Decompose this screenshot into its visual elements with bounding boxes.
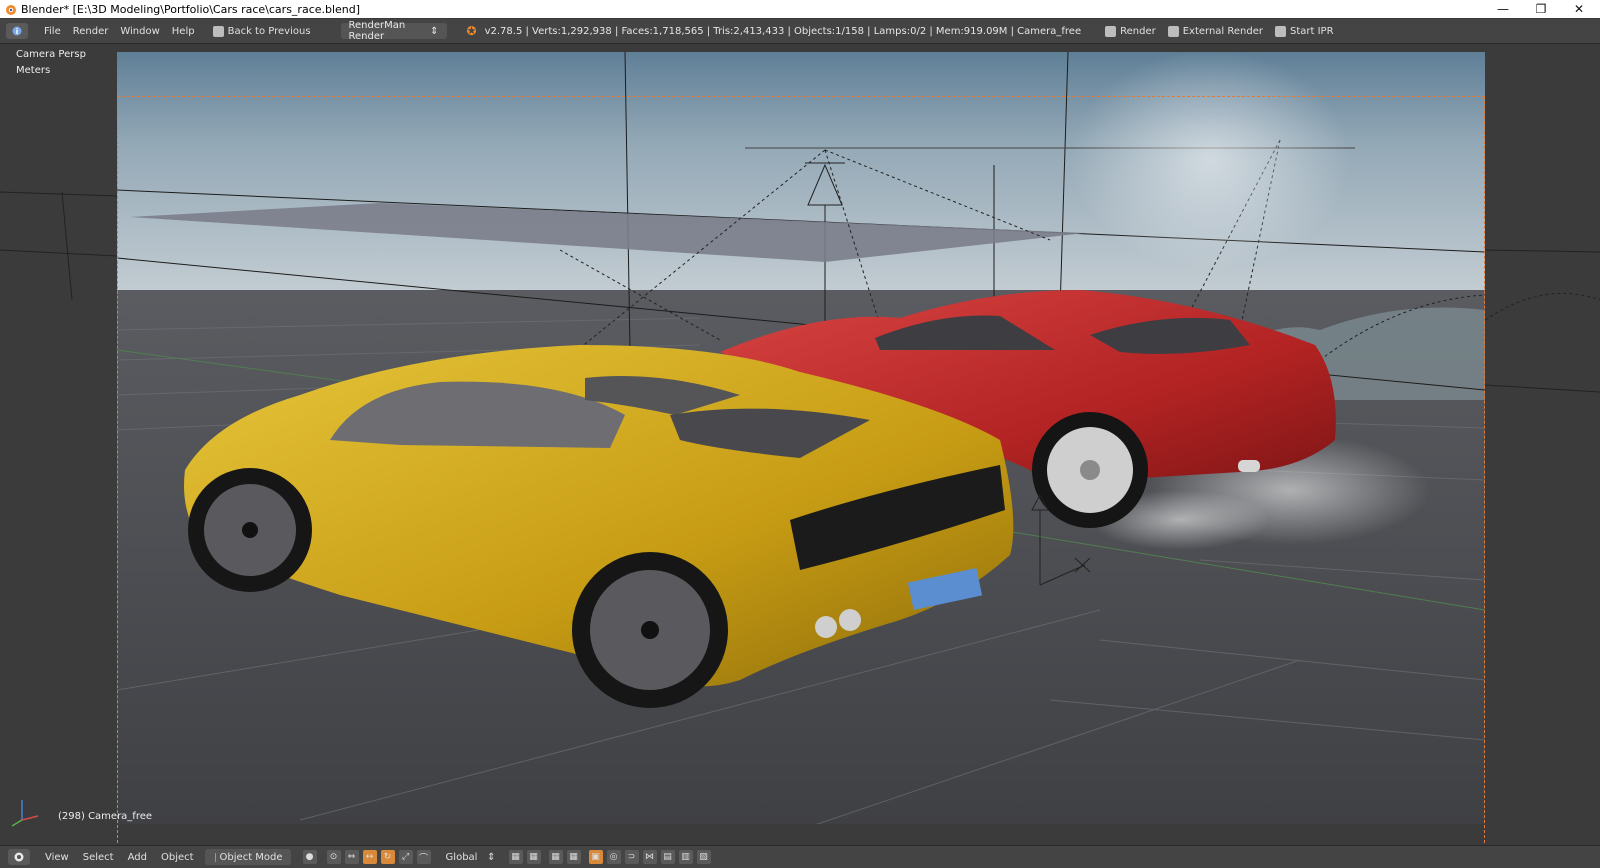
scale-manipulator-icon[interactable]: ⤢ (398, 850, 413, 864)
editor-type-3dview-button[interactable] (8, 849, 30, 865)
layer-buttons-icon[interactable]: ▦ (508, 850, 523, 864)
start-ipr-button[interactable]: Start IPR (1269, 22, 1340, 40)
restore-button[interactable]: ❐ (1524, 0, 1558, 18)
curve-icon[interactable]: ⌒ (416, 850, 431, 864)
opengl-render-icon[interactable]: ▤ (660, 850, 675, 864)
external-render-icon (1167, 25, 1179, 37)
render-preview-icon[interactable]: ▧ (696, 850, 711, 864)
proportional-edit-icon[interactable]: ◎ (606, 850, 621, 864)
axes-gizmo-icon (11, 800, 39, 827)
active-object-info: (298) Camera_free (58, 811, 153, 822)
3d-view-icon (14, 852, 24, 862)
minimize-button[interactable]: — (1486, 0, 1520, 18)
chevron-updown-icon: ⇕ (487, 851, 496, 863)
close-button[interactable]: ✕ (1562, 0, 1596, 18)
manipulator-toggle-icon[interactable]: ⇔ (344, 850, 359, 864)
render-button-label: Render (1120, 25, 1156, 37)
viewport-scene (0, 52, 1600, 827)
mode-label: Object Mode (219, 851, 283, 863)
mode-dropdown[interactable]: Object Mode (204, 849, 291, 865)
view-name: Camera Persp (16, 49, 86, 60)
external-render-label: External Render (1182, 25, 1263, 37)
snap-element-icon[interactable]: ⋈ (642, 850, 657, 864)
unit-system: Meters (16, 65, 51, 76)
render-engine-dropdown[interactable]: RenderMan Render ⇕ (340, 20, 447, 42)
render-engine-label: RenderMan Render (348, 20, 406, 42)
object-mode-icon (214, 852, 216, 862)
layer-buttons-icon-3[interactable]: ▦ (548, 850, 563, 864)
layer-buttons-icon-4[interactable]: ▦ (566, 850, 581, 864)
render-icon (1105, 25, 1117, 37)
screen-back-icon (212, 25, 224, 37)
menu-window[interactable]: Window (114, 22, 165, 40)
chevron-updown-icon: ⇕ (430, 25, 439, 37)
layer-buttons-icon-2[interactable]: ▦ (526, 850, 541, 864)
info-header: File Render Window Help Back to Previous… (0, 19, 1600, 44)
start-ipr-label: Start IPR (1290, 25, 1334, 37)
title-bar: Blender* [E:\3D Modeling\Portfolio\Cars … (0, 0, 1600, 18)
menu-file[interactable]: File (38, 22, 67, 40)
ipr-icon (1275, 25, 1286, 37)
render-button[interactable]: Render (1099, 22, 1162, 40)
editor-type-button[interactable] (6, 23, 28, 39)
lock-layers-icon[interactable]: ▣ (588, 850, 603, 864)
external-render-button[interactable]: External Render (1162, 22, 1269, 40)
menu-select[interactable]: Select (76, 849, 121, 865)
translate-manipulator-icon[interactable]: ↔ (362, 850, 377, 864)
info-icon (12, 26, 22, 36)
menu-view[interactable]: View (38, 849, 76, 865)
menu-help[interactable]: Help (166, 22, 201, 40)
window-title: Blender* [E:\3D Modeling\Portfolio\Cars … (21, 2, 361, 16)
orientation-label: Global (445, 851, 478, 863)
3d-viewport[interactable]: Camera Persp Meters (298) Camera_free (0, 44, 1600, 844)
opengl-anim-icon[interactable]: ▥ (678, 850, 693, 864)
snap-toggle-icon[interactable]: ⊃ (624, 850, 639, 864)
transform-orientation-dropdown[interactable]: Global ⇕ (439, 849, 503, 865)
back-to-previous-label: Back to Previous (227, 25, 311, 37)
viewport-shading-icon[interactable]: ● (302, 850, 317, 864)
blender-version-icon: ✪ (466, 24, 477, 38)
scene-stats: v2.78.5 | Verts:1,292,938 | Faces:1,718,… (484, 25, 1082, 37)
menu-render[interactable]: Render (67, 22, 115, 40)
pivot-point-icon[interactable]: ⊙ (326, 850, 341, 864)
menu-object[interactable]: Object (154, 849, 201, 865)
viewport-header: View Select Add Object Object Mode ● ⊙ ⇔… (0, 845, 1600, 868)
back-to-previous-button[interactable]: Back to Previous (207, 22, 317, 40)
blender-logo-icon (6, 5, 16, 15)
menu-add[interactable]: Add (121, 849, 154, 865)
rotate-manipulator-icon[interactable]: ↻ (380, 850, 395, 864)
